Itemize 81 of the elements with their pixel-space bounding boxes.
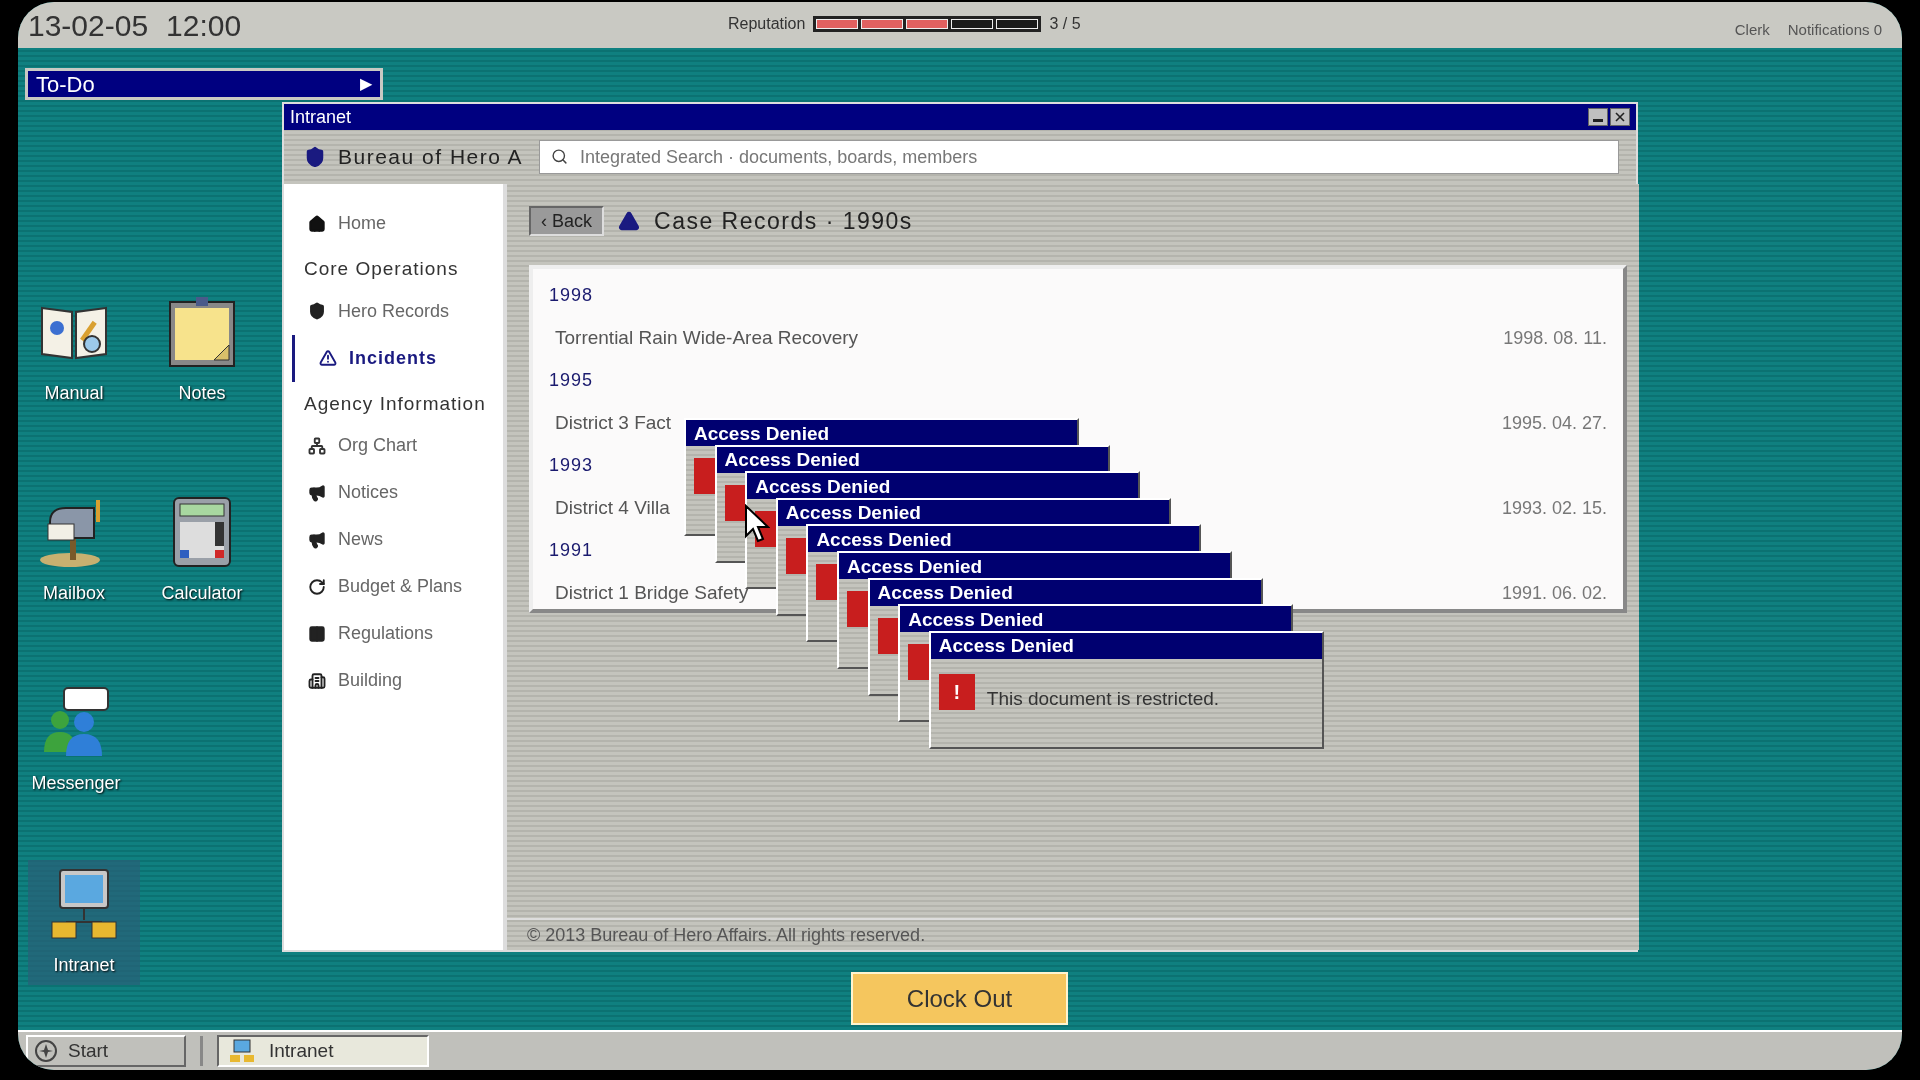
record-title[interactable]: District 3 Fact	[555, 408, 672, 438]
refresh-icon	[308, 577, 326, 596]
desktop-icon[interactable]: Intranet	[28, 860, 140, 985]
sidebar-item[interactable]: Notices	[284, 469, 503, 516]
warning-icon	[618, 210, 640, 233]
year-heading: 1995	[549, 369, 594, 392]
sidebar-item[interactable]: Building	[284, 657, 503, 704]
record-date: 1998. 08. 11.	[1503, 326, 1607, 350]
sidebar-item[interactable]: News	[284, 516, 503, 563]
clock-out-button[interactable]: Clock Out	[851, 972, 1068, 1025]
copyright-text: © 2013 Bureau of Hero Affairs. All rights reserved.	[527, 923, 926, 947]
sidebar-section-heading: Core Operations	[303, 257, 460, 281]
desktop-icon-label: Intranet	[53, 954, 115, 977]
record-date: 1991. 06. 02.	[1501, 581, 1607, 605]
close-button[interactable]	[1610, 108, 1630, 126]
sidebar-item[interactable]: Home	[284, 200, 503, 247]
back-button[interactable]: ‹ Back	[529, 206, 604, 237]
megaphone-icon	[308, 530, 326, 549]
network-computer-icon	[229, 1039, 255, 1063]
desktop-icon[interactable]: Mailbox	[18, 488, 130, 613]
record-title[interactable]: District 4 Villa	[555, 493, 670, 523]
sidebar-item[interactable]: Org Chart	[284, 422, 503, 469]
todo-bar[interactable]: To-Do ▶	[25, 68, 383, 100]
reputation-label: Reputation	[728, 14, 806, 34]
building-icon	[308, 671, 326, 690]
org-chart-icon	[308, 436, 326, 455]
dialog-title: Access Denied	[755, 476, 891, 496]
record-title[interactable]: Torrential Rain Wide-Area Recovery	[555, 323, 859, 353]
start-button[interactable]: Start	[26, 1035, 186, 1067]
desktop-icon-label: Notes	[178, 382, 226, 405]
desktop-icon-label: Calculator	[161, 582, 243, 605]
desktop-icon-label: Messenger	[31, 772, 121, 795]
sidebar-item[interactable]: Incidents	[292, 334, 503, 382]
sidebar-item[interactable]: Budget & Plans	[284, 563, 503, 610]
site-name: Bureau of Hero A	[338, 144, 524, 171]
emblem-icon	[34, 1039, 58, 1063]
record-date: 1995. 04. 27.	[1501, 411, 1607, 435]
desktop-icon[interactable]: Calculator	[146, 488, 258, 613]
shield-logo-icon	[304, 146, 326, 168]
desktop-icon-label: Mailbox	[43, 582, 105, 605]
dialog-title: Access Denied	[694, 423, 830, 443]
dialog-title: Access Denied	[724, 450, 860, 470]
sidebar-section-heading: Agency Information	[303, 391, 487, 416]
desktop-icon[interactable]: Messenger	[20, 678, 132, 803]
search-icon	[551, 148, 568, 165]
dialog-title: Access Denied	[877, 583, 1013, 603]
page-title: Case Records · 1990s	[654, 207, 913, 236]
megaphone-icon	[308, 483, 326, 502]
role-text: Clerk	[1734, 19, 1770, 40]
shield-icon	[308, 302, 326, 320]
time-text: 12:00	[166, 7, 242, 44]
dialog-title: Access Denied	[938, 636, 1074, 656]
dialog-title: Access Denied	[816, 529, 952, 549]
sidebar-item[interactable]: Regulations	[284, 610, 503, 657]
search-field[interactable]: Integrated Search · documents, boards, members	[539, 140, 1619, 174]
year-heading: 1993	[549, 454, 594, 477]
year-heading: 1998	[549, 284, 594, 307]
home-icon	[308, 214, 326, 233]
minimize-button[interactable]	[1588, 108, 1608, 126]
dialog-title: Access Denied	[847, 556, 983, 576]
desktop-icon[interactable]: Manual	[18, 288, 130, 413]
sidebar-item[interactable]: Hero Records	[284, 287, 503, 335]
date-text: 13-02-05	[28, 7, 149, 44]
close-icon	[1615, 112, 1625, 122]
warning-icon	[319, 349, 337, 367]
desktop-icon-label: Manual	[44, 382, 104, 405]
dialog-message: This document is restricted.	[986, 686, 1220, 711]
error-icon: !	[938, 674, 975, 711]
dialog-title: Access Denied	[908, 609, 1044, 629]
minimize-icon	[1593, 119, 1603, 122]
todo-label: To-Do	[36, 70, 95, 99]
record-title[interactable]: District 1 Bridge Safety	[555, 578, 749, 608]
dialog-title: Access Denied	[785, 503, 921, 523]
notifications-text[interactable]: Notifications 0	[1787, 18, 1882, 42]
year-heading: 1991	[549, 539, 594, 562]
desktop-icon[interactable]: Notes	[146, 288, 258, 413]
taskbar-item[interactable]: Intranet	[217, 1035, 429, 1067]
expand-arrow-icon: ▶	[360, 72, 372, 96]
window-title: Intranet	[290, 105, 352, 129]
record-date: 1993. 02. 15.	[1501, 496, 1607, 520]
reputation-reading: 3 / 5	[1049, 14, 1081, 34]
